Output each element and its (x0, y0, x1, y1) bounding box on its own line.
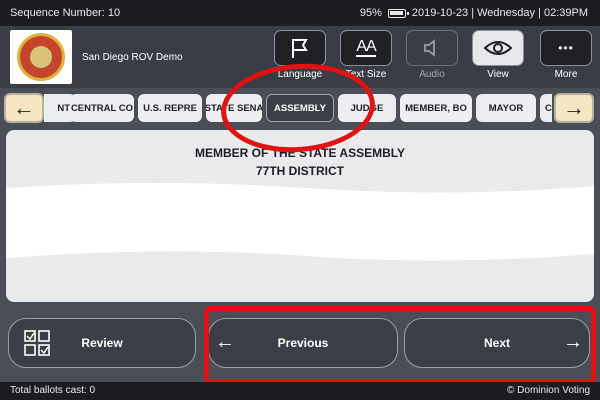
more-label: More (554, 69, 578, 80)
contest-office: MEMBER OF THE STATE ASSEMBLY (194, 146, 405, 160)
review-button[interactable]: Review (8, 318, 196, 368)
tab-mayor[interactable]: MAYOR (476, 94, 536, 122)
tab-central-committee[interactable]: CENTRAL CO (70, 94, 134, 122)
arrow-left-icon: ← (13, 95, 35, 120)
tabs-scroll-left-button[interactable]: ← (4, 93, 44, 123)
eye-icon (483, 41, 513, 55)
status-right: 95% 2019-10-23 | Wednesday | 02:39PM (360, 7, 588, 19)
ballot-count: Total ballots cast: 0 (10, 385, 96, 396)
vendor-credit: © Dominion Voting (507, 385, 590, 396)
tab-judge[interactable]: JUDGE (338, 94, 396, 122)
tab-member-board[interactable]: MEMBER, BO (400, 94, 472, 122)
view-button[interactable]: View (466, 30, 530, 86)
battery-icon (387, 8, 409, 18)
tabs-scroll-right-button[interactable]: → (554, 93, 594, 123)
text-size-icon: AA (356, 38, 377, 57)
text-size-label: Text Size (345, 69, 387, 80)
contest-district: 77TH DISTRICT (255, 164, 344, 178)
county-seal-logo (10, 30, 72, 84)
speaker-icon (424, 39, 435, 57)
view-label: View (487, 69, 509, 80)
arrow-right-icon: → (563, 331, 583, 353)
contest-tabs: NT CENTRAL CO U.S. REPRE STATE SENA ASSE… (44, 94, 552, 122)
tab-state-senate[interactable]: STATE SENA (206, 94, 262, 122)
contest-tabs-bar: ← NT CENTRAL CO U.S. REPRE STATE SENA AS… (0, 90, 600, 128)
text-size-button[interactable]: AA Text Size (334, 30, 398, 86)
arrow-left-icon: ← (215, 331, 235, 353)
audio-label: Audio (419, 69, 445, 80)
language-label: Language (277, 69, 323, 80)
org-name: San Diego ROV Demo (82, 52, 183, 63)
previous-button[interactable]: ← Previous (208, 318, 398, 368)
datetime: 2019-10-23 | Wednesday | 02:39PM (411, 7, 588, 19)
tab-city[interactable]: CI (540, 94, 552, 122)
audio-button[interactable]: Audio (400, 30, 464, 86)
battery-percent: 95% (359, 7, 382, 19)
arrow-right-icon: → (563, 95, 585, 120)
contest-title: MEMBER OF THE STATE ASSEMBLY 77TH DISTRI… (6, 130, 594, 180)
previous-label: Previous (277, 336, 329, 350)
language-button[interactable]: Language (268, 30, 332, 86)
status-bar: Sequence Number: 10 95% 2019-10-23 | Wed… (0, 0, 600, 26)
contest-card: MEMBER OF THE STATE ASSEMBLY 77TH DISTRI… (6, 130, 594, 302)
navigation-footer: Review ← Previous Next → (0, 304, 600, 376)
more-button[interactable]: ••• More (534, 30, 598, 86)
flag-icon (292, 39, 308, 58)
sequence-number: Sequence Number: 10 (10, 7, 121, 19)
next-label: Next (483, 336, 510, 350)
tab-us-representative[interactable]: U.S. REPRE (138, 94, 202, 122)
content-cutout (6, 183, 594, 261)
header: San Diego ROV Demo Language AA Text Size… (0, 26, 600, 88)
review-grid-icon (24, 330, 50, 356)
next-button[interactable]: Next → (404, 318, 590, 368)
bottom-status-bar: Total ballots cast: 0 © Dominion Voting (0, 382, 600, 400)
tab-assembly[interactable]: ASSEMBLY (266, 94, 334, 122)
review-label: Review (81, 336, 123, 350)
more-icon: ••• (558, 41, 574, 55)
